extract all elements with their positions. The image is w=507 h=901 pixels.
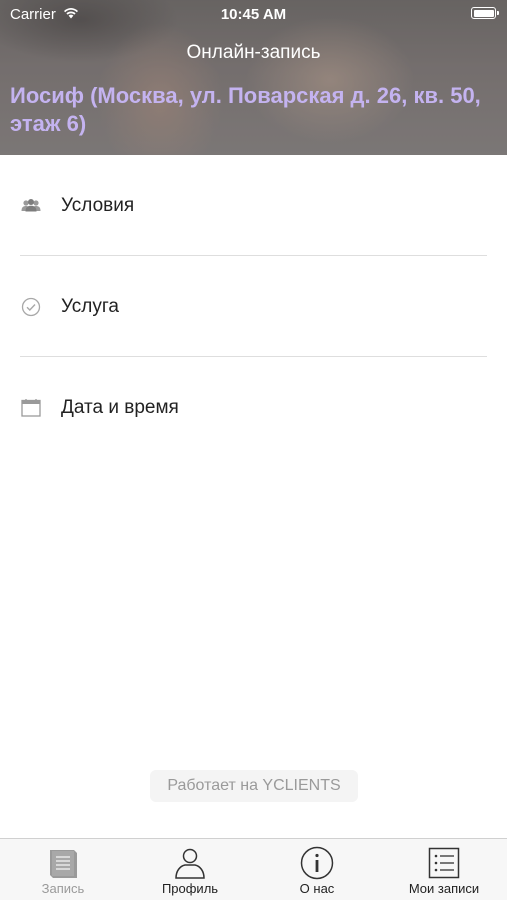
menu-item-service[interactable]: Услуга (0, 256, 507, 357)
menu-item-label: Дата и время (61, 397, 179, 418)
menu-item-datetime[interactable]: Дата и время (0, 357, 507, 458)
tab-label: О нас (299, 881, 335, 896)
calendar-icon (21, 399, 41, 417)
check-circle-icon (21, 297, 41, 317)
menu-item-conditions[interactable]: Условия (0, 155, 507, 256)
page-title: Онлайн-запись (186, 42, 321, 63)
powered-by-badge[interactable]: Работает на YCLIENTS (150, 770, 358, 802)
tab-booking[interactable]: Запись (0, 839, 126, 901)
tab-label: Профиль (161, 881, 219, 896)
tab-bar: Запись Профиль О нас Мои записи (0, 838, 507, 900)
menu-item-label: Услуга (61, 296, 119, 317)
tab-profile[interactable]: Профиль (127, 839, 253, 901)
book-icon (50, 850, 77, 878)
menu-item-label: Условия (61, 195, 135, 216)
info-icon (300, 846, 334, 880)
header-background: Carrier 10:45 AM Онлайн-запись Иосиф (Мо… (0, 0, 507, 155)
list-icon (428, 847, 460, 879)
tab-label: Запись (41, 881, 85, 896)
booking-steps: Условия Услуга Дата и время (0, 155, 507, 458)
person-icon (175, 848, 205, 879)
status-bar: Carrier 10:45 AM (0, 0, 507, 28)
tab-label: Мои записи (408, 881, 480, 896)
salon-name[interactable]: Иосиф (Москва, ул. Поварская д. 26, кв. … (10, 82, 495, 138)
tab-about[interactable]: О нас (254, 839, 380, 901)
people-icon (21, 199, 41, 212)
tab-my-bookings[interactable]: Мои записи (381, 839, 507, 901)
battery-icon (471, 7, 499, 19)
status-time: 10:45 AM (220, 6, 287, 23)
